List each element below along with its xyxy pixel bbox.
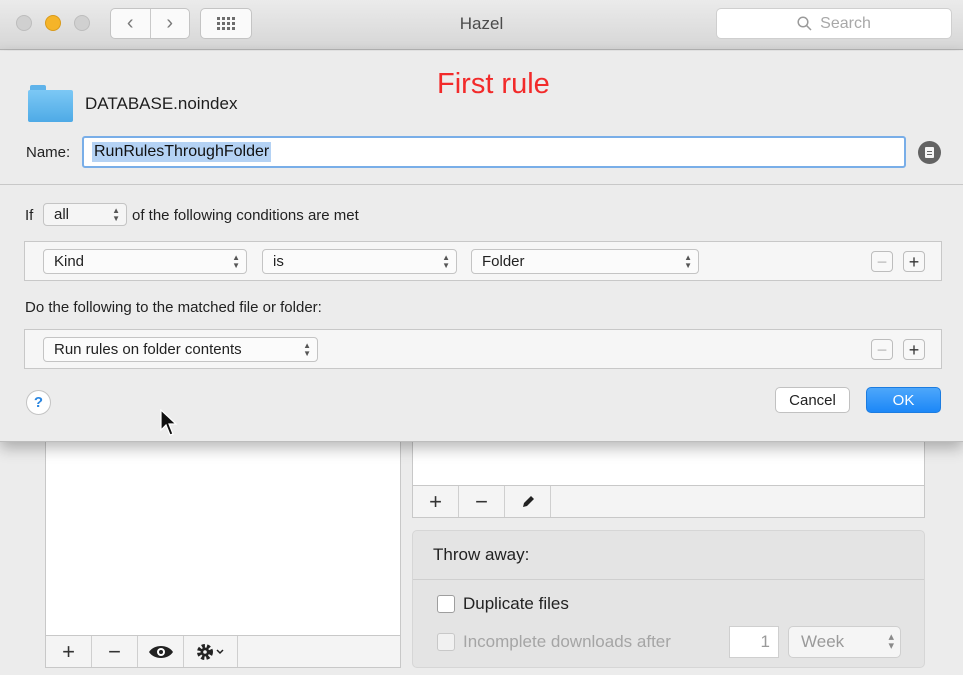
rule-editor-sheet: DATABASE.noindex First rule Name: RunRul…	[0, 51, 963, 442]
incomplete-downloads-label: Incomplete downloads after	[463, 632, 671, 651]
updown-arrows-icon: ▲ ▼	[684, 252, 692, 270]
rule-name-value: RunRulesThroughFolder	[92, 142, 272, 162]
eye-icon	[148, 645, 173, 658]
condition-row: Kind ▲ ▼ is ▲ ▼ Folder ▲ ▼ − +	[24, 241, 942, 281]
folder-name: DATABASE.noindex	[85, 94, 238, 113]
folder-icon	[28, 85, 73, 122]
if-label: If	[25, 207, 34, 224]
add-condition-button[interactable]: +	[903, 251, 925, 272]
gear-icon	[196, 643, 224, 660]
question-mark-icon: ?	[33, 394, 44, 411]
preview-button[interactable]	[138, 636, 184, 667]
rules-toolbar: + −	[412, 486, 925, 518]
plus-icon: +	[62, 638, 75, 664]
plus-icon: +	[908, 339, 920, 360]
remove-folder-button[interactable]: −	[92, 636, 138, 667]
divider	[413, 579, 924, 580]
divider	[0, 184, 963, 185]
rule-name-field[interactable]: RunRulesThroughFolder	[82, 136, 906, 168]
duplicate-files-checkbox[interactable]	[437, 595, 455, 613]
ok-button[interactable]: OK	[866, 387, 941, 413]
updown-arrows-icon: ▲ ▼	[442, 252, 450, 270]
incomplete-count-field[interactable]: 1	[729, 626, 779, 658]
action-row: Run rules on folder contents ▲ ▼ − +	[24, 329, 942, 369]
document-icon	[925, 147, 934, 158]
mouse-cursor-icon	[160, 409, 178, 436]
pencil-icon	[522, 495, 534, 507]
annotation-label: First rule	[437, 68, 550, 100]
incomplete-downloads-checkbox[interactable]	[437, 633, 455, 651]
incomplete-unit-value: Week	[801, 632, 845, 651]
minus-icon: −	[108, 638, 121, 664]
plus-icon: +	[429, 488, 442, 514]
match-mode-value: all	[54, 206, 70, 223]
rule-notes-button[interactable]	[918, 141, 941, 164]
condition-operator-select[interactable]: is ▲ ▼	[262, 249, 457, 274]
condition-operator-value: is	[273, 253, 284, 270]
cancel-button[interactable]: Cancel	[775, 387, 850, 413]
folders-toolbar: + −	[45, 636, 401, 668]
throw-away-title: Throw away:	[433, 545, 530, 564]
edit-rule-button[interactable]	[505, 486, 551, 517]
folder-actions-menu[interactable]	[184, 636, 238, 667]
condition-attribute-value: Kind	[54, 253, 85, 270]
add-rule-button[interactable]: +	[413, 486, 459, 517]
minus-icon: −	[475, 488, 488, 514]
remove-rule-button[interactable]: −	[459, 486, 505, 517]
help-button[interactable]: ?	[26, 390, 51, 415]
name-label: Name:	[26, 144, 71, 161]
search-field[interactable]: Search	[716, 8, 952, 39]
condition-attribute-select[interactable]: Kind ▲ ▼	[43, 249, 247, 274]
action-select[interactable]: Run rules on folder contents ▲ ▼	[43, 337, 318, 362]
updown-arrows-icon: ▲ ▼	[232, 252, 240, 270]
updown-arrows-icon: ▲ ▼	[112, 205, 120, 223]
remove-action-button[interactable]: −	[871, 339, 893, 360]
action-value: Run rules on folder contents	[54, 341, 242, 358]
plus-icon: +	[908, 251, 920, 272]
minus-icon: −	[876, 251, 888, 272]
rules-list[interactable]	[412, 440, 925, 486]
folders-list[interactable]	[45, 440, 401, 636]
condition-value-value: Folder	[482, 253, 525, 270]
duplicate-files-label: Duplicate files	[463, 594, 569, 613]
add-folder-button[interactable]: +	[46, 636, 92, 667]
actions-label: Do the following to the matched file or …	[25, 299, 322, 316]
search-icon	[797, 16, 812, 31]
incomplete-unit-select[interactable]: Week ▴ ▾	[788, 626, 901, 658]
updown-arrows-icon: ▲ ▼	[303, 340, 311, 358]
title-bar: ‹ › Hazel Search	[0, 0, 963, 50]
add-action-button[interactable]: +	[903, 339, 925, 360]
minus-icon: −	[876, 339, 888, 360]
throw-away-panel: Throw away: Duplicate files Incomplete d…	[412, 530, 925, 668]
search-placeholder: Search	[820, 14, 871, 32]
condition-value-select[interactable]: Folder ▲ ▼	[471, 249, 699, 274]
match-mode-select[interactable]: all ▲ ▼	[43, 203, 127, 226]
updown-arrows-icon: ▴ ▾	[888, 631, 894, 652]
remove-condition-button[interactable]: −	[871, 251, 893, 272]
conditions-suffix: of the following conditions are met	[132, 207, 359, 224]
